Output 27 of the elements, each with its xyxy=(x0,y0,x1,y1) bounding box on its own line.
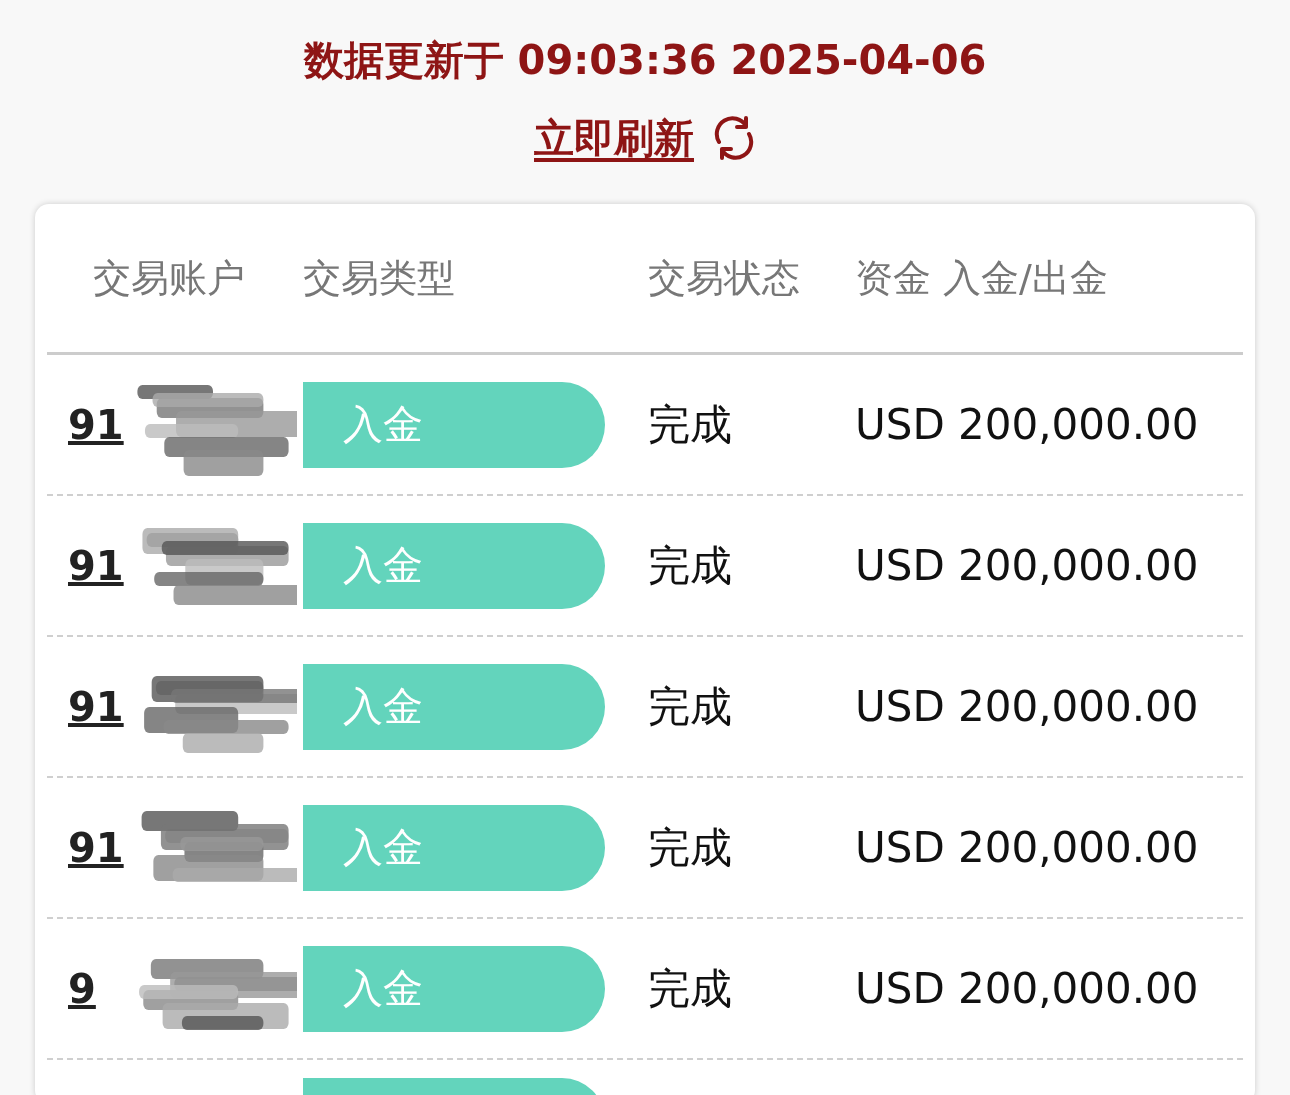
transaction-type-tag: 入金 xyxy=(303,522,605,609)
status-cell-text: 完成 xyxy=(648,680,733,733)
transaction-type-tag: 入金 xyxy=(303,663,605,750)
refresh-link[interactable]: 立即刷新 xyxy=(534,112,694,164)
account-link[interactable]: 91 xyxy=(68,401,124,448)
update-notice: 数据更新于 09:03:36 2025-04-06 xyxy=(303,36,987,85)
column-header: 交易账户 xyxy=(92,254,246,302)
amount-cell-text: USD 200,000.00 xyxy=(855,682,1200,731)
refresh-icon[interactable] xyxy=(712,116,756,160)
amount-cell-text: USD 200,000.00 xyxy=(855,400,1200,449)
account-link[interactable]: 91 xyxy=(68,824,124,871)
status-cell-text: 完成 xyxy=(648,539,733,592)
amount-cell-text: USD 200,000.00 xyxy=(855,541,1200,590)
status-cell-text: 完成 xyxy=(648,821,733,874)
column-header: 交易类型 xyxy=(303,254,456,302)
transaction-type-tag: 入金 xyxy=(303,804,605,891)
amount-cell-text: USD 200,000.00 xyxy=(855,964,1200,1013)
transaction-type-tag: 入金 xyxy=(303,945,605,1032)
account-link[interactable]: 91 xyxy=(68,683,124,730)
status-cell-text: 完成 xyxy=(648,398,733,451)
amount-cell-text: USD 200,000.00 xyxy=(855,823,1200,872)
account-link[interactable]: 91 xyxy=(68,542,124,589)
column-header: 资金 入金/出金 xyxy=(855,254,1109,302)
account-link[interactable]: 9 xyxy=(68,965,96,1012)
transaction-type-tag: 入金 xyxy=(303,381,605,468)
column-header: 交易状态 xyxy=(648,254,801,302)
status-cell-text: 完成 xyxy=(648,962,733,1015)
